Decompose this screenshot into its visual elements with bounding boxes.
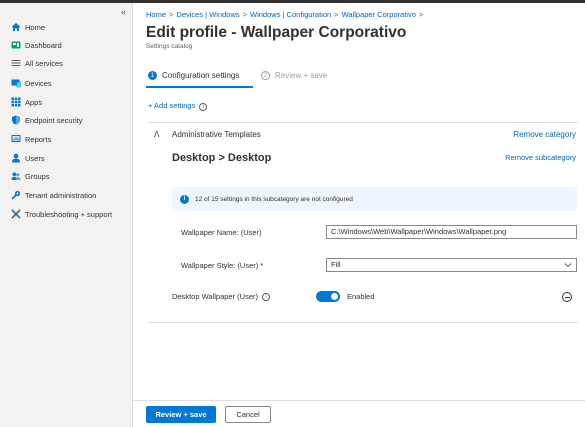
dashboard-icon [11, 40, 21, 50]
footer-divider [133, 400, 585, 401]
groups-icon [11, 171, 21, 181]
info-icon: i [262, 292, 270, 301]
sidebar-item-tenant-administration[interactable]: Tenant administration [11, 188, 96, 202]
breadcrumb-home[interactable]: Home [146, 10, 166, 19]
remove-category-link[interactable]: Remove category [513, 130, 576, 139]
info-icon: i [199, 103, 208, 111]
cancel-button[interactable]: Cancel [225, 406, 271, 423]
wallpaper-style-label: Wallpaper Style: (User) * [181, 261, 264, 270]
remove-setting-icon[interactable] [562, 292, 572, 302]
sidebar-item-troubleshooting-support[interactable]: Troubleshooting + support [11, 207, 112, 221]
breadcrumb-wallpaper-corporativo[interactable]: Wallpaper Corporativo [342, 10, 416, 19]
add-settings-label: + Add settings [148, 101, 196, 110]
sidebar-item-label: Troubleshooting + support [25, 209, 113, 219]
info-icon: i [180, 194, 189, 204]
wallpaper-name-input[interactable]: C:\Windows\Web\Wallpaper\Windows\Wallpap… [326, 225, 577, 239]
all-services-icon [11, 58, 21, 68]
step-label: Configuration settings [162, 71, 240, 80]
desktop-wallpaper-label-group: Desktop Wallpaper (User) i [172, 292, 270, 301]
tab-configuration-settings[interactable]: 1 Configuration settings [148, 71, 239, 80]
breadcrumb-windows-configuration[interactable]: Windows | Configuration [250, 10, 331, 19]
sidebar-item-reports[interactable]: Reports [11, 132, 51, 146]
sidebar-item-groups[interactable]: Groups [11, 169, 50, 183]
breadcrumb-separator: > [169, 10, 174, 19]
more-options-button[interactable]: ··· [301, 27, 310, 37]
sidebar-item-label: Groups [25, 171, 50, 181]
sidebar-item-label: Reports [25, 134, 52, 144]
sidebar-item-label: Apps [25, 97, 43, 107]
shield-icon [11, 115, 21, 125]
sidebar-item-label: Dashboard [25, 40, 62, 50]
subcategory-title: Desktop > Desktop [172, 152, 272, 164]
home-icon [11, 22, 21, 32]
step-number-badge: 2 [261, 71, 270, 80]
reports-icon [11, 134, 21, 144]
info-message-bar: i 12 of 15 settings in this subcategory … [172, 187, 577, 211]
add-settings-link[interactable]: + Add settings i [148, 101, 208, 111]
breadcrumb-separator: > [334, 10, 339, 19]
desktop-wallpaper-label: Desktop Wallpaper (User) [172, 292, 258, 301]
wallpaper-style-value: Fill [331, 260, 341, 269]
sidebar-item-label: Tenant administration [25, 190, 97, 200]
sidebar-item-devices[interactable]: Devices [11, 76, 52, 90]
sidebar-item-users[interactable]: Users [11, 151, 45, 165]
review-save-button[interactable]: Review + save [146, 406, 216, 423]
wallpaper-name-label: Wallpaper Name: (User) [181, 228, 262, 237]
sidebar-item-label: Users [25, 153, 45, 163]
sidebar-item-label: Endpoint security [25, 115, 83, 125]
step-number-badge: 1 [148, 71, 157, 80]
chevron-up-icon[interactable]: ᐱ [154, 130, 159, 139]
breadcrumb: Home > Devices | Windows > Windows | Configu… [146, 10, 426, 19]
remove-subcategory-link[interactable]: Remove subcategory [505, 153, 576, 162]
user-icon [11, 153, 21, 163]
page-subtitle: Settings catalog [146, 43, 193, 50]
devices-icon [11, 78, 21, 88]
wallpaper-style-dropdown[interactable]: Fill [326, 258, 577, 272]
sidebar-item-label: All services [25, 58, 63, 68]
step-label: Review + save [275, 71, 328, 80]
sidebar-item-endpoint-security[interactable]: Endpoint security [11, 113, 83, 127]
category-name: Administrative Templates [172, 130, 261, 139]
breadcrumb-separator: > [418, 10, 424, 19]
divider [148, 322, 578, 323]
breadcrumb-devices-windows[interactable]: Devices | Windows [176, 10, 239, 19]
toggle-knob [331, 293, 338, 300]
chevron-down-icon [564, 259, 572, 275]
tab-review-save[interactable]: 2 Review + save [261, 71, 327, 80]
sidebar: « Home Dashboard All services Devices Ap… [0, 3, 133, 427]
breadcrumb-separator: > [242, 10, 248, 19]
sidebar-item-home[interactable]: Home [11, 20, 45, 34]
desktop-wallpaper-toggle[interactable] [316, 291, 340, 302]
divider [148, 122, 578, 123]
sidebar-item-dashboard[interactable]: Dashboard [11, 38, 62, 52]
active-step-indicator [146, 86, 253, 88]
sidebar-item-all-services[interactable]: All services [11, 56, 63, 70]
collapse-sidebar-button[interactable]: « [121, 7, 126, 17]
sidebar-item-label: Home [25, 22, 46, 32]
sidebar-item-apps[interactable]: Apps [11, 95, 42, 109]
tenant-admin-icon [11, 190, 21, 200]
sidebar-item-label: Devices [25, 78, 52, 88]
apps-icon [11, 97, 21, 107]
page-title: Edit profile - Wallpaper Corporativo [146, 24, 407, 41]
troubleshoot-icon [11, 209, 21, 219]
toggle-state-label: Enabled [347, 292, 375, 301]
info-message-text: 12 of 15 settings in this subcategory ar… [195, 195, 353, 203]
